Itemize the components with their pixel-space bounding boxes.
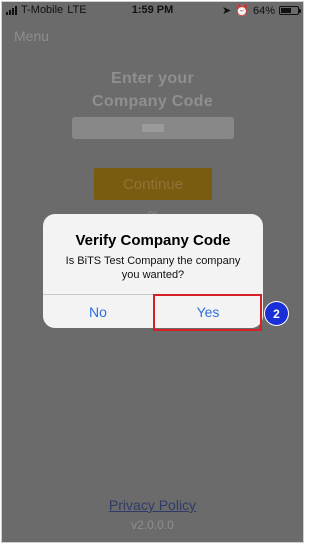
status-right: ➤ ⏰ 64% [222, 4, 301, 17]
company-code-input[interactable] [72, 117, 234, 139]
step-number-badge: 2 [265, 302, 288, 325]
status-bar: T-Mobile LTE 1:59 PM ➤ ⏰ 64% [2, 2, 303, 20]
dialog-title: Verify Company Code [75, 232, 231, 249]
location-icon: ➤ [222, 5, 232, 17]
continue-button[interactable]: Continue [94, 168, 212, 200]
menu-button[interactable]: Menu [14, 28, 49, 44]
dialog-message: Is BiTS Test Company the company you wan… [65, 255, 241, 281]
alarm-icon: ⏰ [235, 5, 249, 17]
heading-line-2: Company Code [92, 93, 213, 110]
heading-line-1: Enter your [110, 70, 194, 87]
redacted-code-value [142, 124, 164, 132]
battery-fill [281, 8, 292, 13]
app-screen: T-Mobile LTE 1:59 PM ➤ ⏰ 64% Menu Enter … [2, 2, 303, 542]
battery-icon [279, 6, 301, 15]
version-label: v2.0.0.0 [131, 518, 174, 532]
yes-button-highlight [153, 294, 262, 331]
privacy-policy-link[interactable]: Privacy Policy [2, 497, 303, 513]
battery-percent: 64% [252, 4, 275, 17]
no-button[interactable]: No [43, 295, 153, 328]
